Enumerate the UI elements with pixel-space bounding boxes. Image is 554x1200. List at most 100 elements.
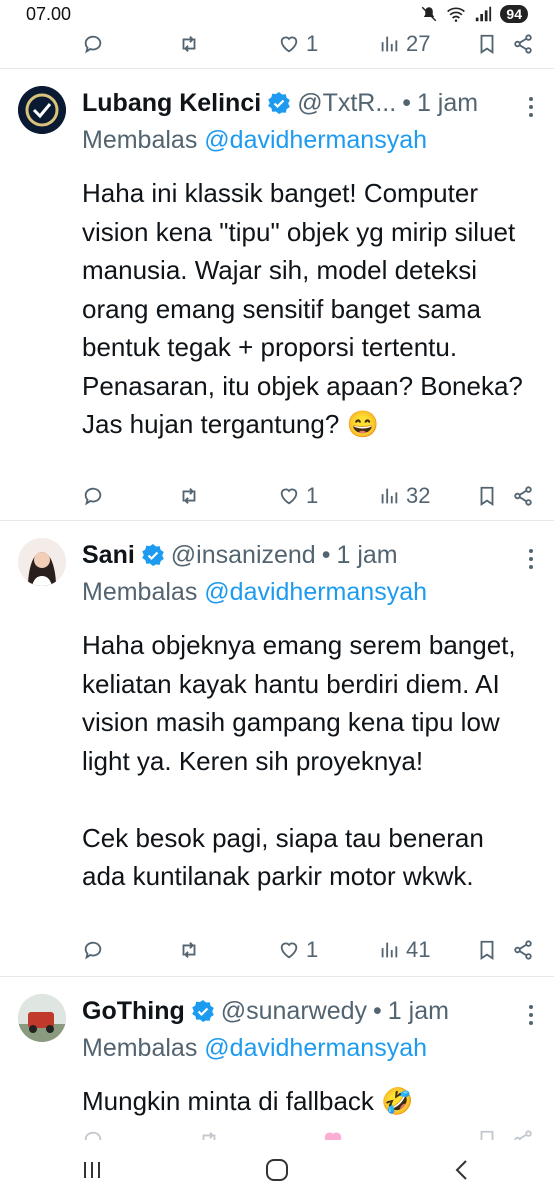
reply-button[interactable] [82, 485, 104, 507]
tweet-header: Lubang Kelinci @TxtR... • 1 jam [82, 86, 534, 120]
wifi-icon [447, 7, 466, 22]
recent-apps-icon [84, 1162, 101, 1178]
timestamp[interactable]: 1 jam [336, 541, 397, 570]
share-icon [514, 34, 532, 54]
heart-icon [280, 942, 298, 959]
bookmark-icon [480, 486, 494, 506]
avatar[interactable] [18, 538, 66, 586]
reply-context: Membalas @davidhermansyah [82, 578, 427, 607]
share-icon [514, 486, 532, 506]
reply-prefix: Membalas [82, 126, 198, 154]
display-name[interactable]: Lubang Kelinci [82, 89, 261, 118]
handle[interactable]: @TxtR... [297, 89, 396, 118]
tweet-text: Haha ini klassik banget! Computer vision… [82, 178, 531, 439]
timestamp[interactable]: 1 jam [417, 89, 478, 118]
recent-apps-button[interactable] [62, 1145, 122, 1195]
verified-badge-icon [141, 543, 165, 567]
mute-icon [422, 6, 437, 22]
reply-context: Membalas @davidhermansyah [82, 1034, 427, 1063]
reply-prefix: Membalas [82, 578, 198, 606]
separator-dot: • [321, 540, 331, 569]
retweet-icon [182, 942, 196, 958]
like-count: 1 [306, 483, 319, 508]
back-button[interactable] [432, 1145, 492, 1195]
verified-badge-icon [267, 91, 291, 115]
share-icon [514, 940, 532, 960]
reply-button[interactable] [82, 33, 104, 55]
tweet-card[interactable]: Sani @insanizend • 1 jam Membalas @david… [0, 520, 554, 976]
views-button[interactable]: 32 [378, 483, 430, 509]
retweet-icon [182, 36, 196, 52]
reply-icon [84, 487, 102, 506]
handle[interactable]: @sunarwedy [221, 997, 367, 1026]
status-bar: 07.00 94 [0, 0, 554, 28]
reply-button[interactable] [82, 939, 104, 961]
reply-icon [84, 941, 102, 960]
avatar[interactable] [18, 994, 66, 1042]
home-button[interactable] [247, 1145, 307, 1195]
reply-prefix: Membalas [82, 1034, 198, 1062]
views-button[interactable]: 27 [378, 31, 430, 57]
separator-dot: • [402, 88, 411, 117]
avatar-emblem-icon [18, 86, 66, 134]
reply-icon [84, 35, 102, 54]
more-options-icon[interactable] [528, 96, 534, 118]
views-icon [381, 488, 398, 504]
back-icon [455, 1160, 467, 1180]
battery-indicator: 94 [500, 5, 528, 23]
bookmark-icon [480, 34, 494, 54]
bookmark-button[interactable] [476, 939, 498, 961]
like-count: 1 [306, 937, 319, 962]
bookmark-button[interactable] [476, 33, 498, 55]
handle[interactable]: @insanizend [171, 541, 316, 570]
signal-icon [476, 6, 492, 22]
reply-context: Membalas @davidhermansyah [82, 126, 427, 155]
tweet-text: Haha objeknya emang serem banget, keliat… [82, 630, 516, 891]
like-button[interactable]: 1 [278, 483, 318, 509]
tweet-header: GoThing @sunarwedy • 1 jam [82, 994, 534, 1028]
share-button[interactable] [512, 939, 534, 961]
avatar-photo-icon [18, 994, 66, 1042]
views-icon [381, 36, 398, 52]
display-name[interactable]: Sani [82, 541, 135, 570]
reply-mention-link[interactable]: @davidhermansyah [204, 578, 427, 606]
reply-mention-link[interactable]: @davidhermansyah [204, 126, 427, 154]
bookmark-button[interactable] [476, 485, 498, 507]
avatar[interactable] [18, 86, 66, 134]
display-name[interactable]: GoThing [82, 997, 185, 1026]
tweet-card[interactable]: GoThing @sunarwedy • 1 jam Membalas @dav… [0, 976, 554, 1156]
status-time: 07.00 [26, 3, 72, 24]
view-count: 41 [406, 937, 431, 962]
heart-icon [280, 36, 298, 53]
heart-icon [280, 488, 298, 505]
previous-tweet-actions: 1 27 [0, 24, 554, 64]
retweet-button[interactable] [178, 485, 200, 507]
view-count: 27 [406, 31, 431, 56]
like-button[interactable]: 1 [278, 31, 318, 57]
tweet-header: Sani @insanizend • 1 jam [82, 538, 534, 572]
reply-mention-link[interactable]: @davidhermansyah [204, 1034, 427, 1062]
retweet-icon [182, 488, 196, 504]
share-button[interactable] [512, 485, 534, 507]
timestamp[interactable]: 1 jam [388, 997, 449, 1026]
views-button[interactable]: 41 [378, 937, 430, 963]
retweet-button[interactable] [178, 939, 200, 961]
tweet-actions: 1 41 [0, 930, 554, 970]
views-icon [381, 942, 398, 958]
like-count: 1 [306, 31, 319, 56]
bookmark-icon [480, 940, 494, 960]
retweet-button[interactable] [178, 33, 200, 55]
more-options-icon[interactable] [528, 1004, 534, 1026]
system-navigation-bar [0, 1140, 554, 1200]
share-button[interactable] [512, 33, 534, 55]
tweet-text: Mungkin minta di fallback 🤣 [82, 1086, 414, 1116]
tweet-card[interactable]: Lubang Kelinci @TxtR... • 1 jam Membalas… [0, 68, 554, 520]
separator-dot: • [373, 996, 382, 1025]
home-icon [265, 1159, 288, 1181]
more-options-icon[interactable] [528, 548, 534, 570]
verified-badge-icon [191, 999, 215, 1023]
status-icons: 94 [420, 5, 528, 23]
avatar-person-icon [18, 538, 66, 586]
view-count: 32 [406, 483, 431, 508]
like-button[interactable]: 1 [278, 937, 318, 963]
